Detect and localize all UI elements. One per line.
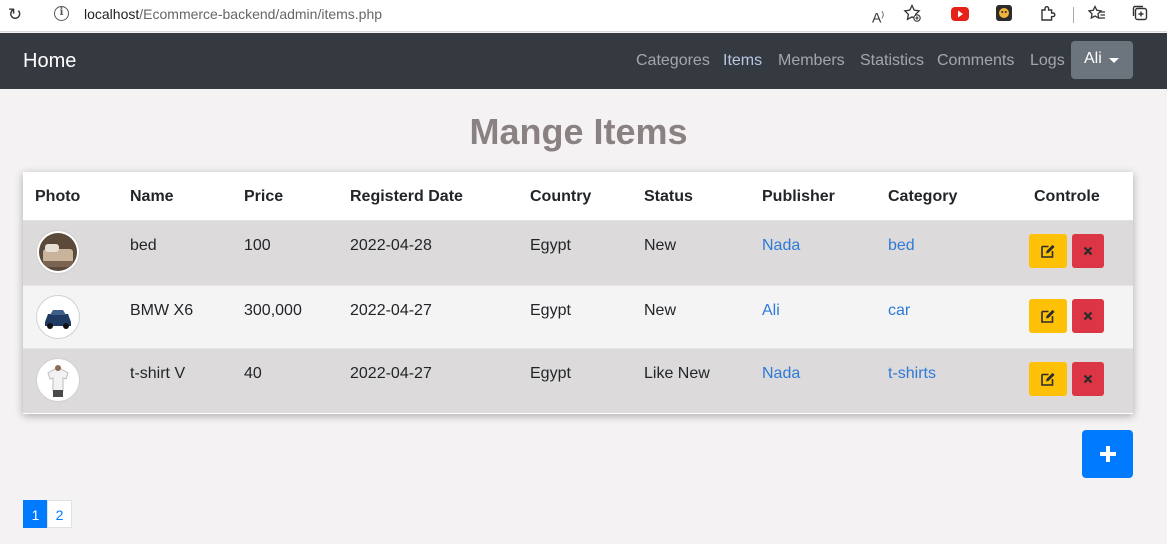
cell-name: t-shirt V <box>130 365 186 382</box>
edit-icon <box>1041 309 1055 323</box>
header-date: Registerd Date <box>350 188 463 205</box>
close-icon <box>1083 311 1093 321</box>
edit-icon <box>1041 244 1055 258</box>
cell-publisher-link[interactable]: Ali <box>762 302 780 320</box>
favorites-icon[interactable] <box>1087 4 1107 26</box>
delete-button[interactable] <box>1072 234 1104 268</box>
cell-date: 2022-04-28 <box>350 237 432 254</box>
delete-button[interactable] <box>1072 299 1104 333</box>
item-photo <box>37 231 79 273</box>
header-status: Status <box>644 188 693 205</box>
header-price: Price <box>244 188 284 205</box>
cell-status: New <box>644 237 677 254</box>
cell-publisher-link[interactable]: Nada <box>762 365 800 383</box>
header-controls: Controle <box>1034 188 1100 205</box>
table-row: bed 100 2022-04-28 Egypt New Nada bed <box>23 221 1133 285</box>
plus-icon <box>1099 446 1116 462</box>
cell-status: Like New <box>644 365 710 382</box>
brand-home-link[interactable]: Home <box>23 50 76 73</box>
extension-avatar-icon[interactable] <box>994 4 1014 26</box>
close-icon <box>1083 246 1093 256</box>
user-name: Ali <box>1084 50 1102 67</box>
edit-button[interactable] <box>1029 299 1067 333</box>
table-row: BMW X6 300,000 2022-04-27 Egypt New Ali … <box>23 285 1133 349</box>
browser-toolbar: ↻ i localhost/Ecommerce-backend/admin/it… <box>0 0 1167 32</box>
cell-category-link[interactable]: car <box>888 302 910 320</box>
cell-country: Egypt <box>530 237 571 254</box>
main-navbar: Home Categores Items Members Statistics … <box>0 33 1167 89</box>
extensions-puzzle-icon[interactable] <box>1038 4 1058 26</box>
caret-down-icon <box>1109 58 1119 63</box>
page-link-2[interactable]: 2 <box>47 500 72 528</box>
extension-youtube-icon[interactable] <box>950 4 970 26</box>
nav-link-members[interactable]: Members <box>778 52 845 70</box>
address-bar[interactable]: i localhost/Ecommerce-backend/admin/item… <box>38 0 932 28</box>
add-item-button[interactable] <box>1082 430 1133 478</box>
table-row: t-shirt V 40 2022-04-27 Egypt Like New N… <box>23 349 1133 413</box>
favorite-star-icon[interactable] <box>902 3 922 26</box>
header-photo: Photo <box>35 188 81 205</box>
cell-date: 2022-04-27 <box>350 302 432 319</box>
page-link-1[interactable]: 1 <box>23 500 48 528</box>
nav-link-comments[interactable]: Comments <box>937 52 1014 70</box>
edit-button[interactable] <box>1029 362 1067 396</box>
url-text: localhost/Ecommerce-backend/admin/items.… <box>84 6 383 22</box>
cell-country: Egypt <box>530 302 571 319</box>
cell-price: 300,000 <box>244 302 302 319</box>
cell-price: 40 <box>244 365 262 382</box>
header-category: Category <box>888 188 958 205</box>
edit-icon <box>1041 372 1055 386</box>
nav-link-categories[interactable]: Categores <box>636 52 710 70</box>
cell-category-link[interactable]: bed <box>888 237 915 255</box>
cell-status: New <box>644 302 677 319</box>
delete-button[interactable] <box>1072 362 1104 396</box>
item-photo <box>37 296 79 338</box>
cell-date: 2022-04-27 <box>350 365 432 382</box>
table-header: Photo Name Price Registerd Date Country … <box>23 172 1133 221</box>
nav-link-items[interactable]: Items <box>723 52 762 70</box>
cell-publisher-link[interactable]: Nada <box>762 237 800 255</box>
close-icon <box>1083 374 1093 384</box>
nav-link-logs[interactable]: Logs <box>1030 52 1065 70</box>
header-name: Name <box>130 188 174 205</box>
cell-category-link[interactable]: t-shirts <box>888 365 936 383</box>
collections-icon[interactable] <box>1130 4 1150 26</box>
cell-name: bed <box>130 237 157 254</box>
cell-price: 100 <box>244 237 271 254</box>
cell-name: BMW X6 <box>130 302 194 319</box>
header-publisher: Publisher <box>762 188 835 205</box>
reload-icon[interactable]: ↻ <box>4 4 26 26</box>
toolbar-divider <box>1073 7 1074 23</box>
read-aloud-icon[interactable]: A) <box>868 4 888 26</box>
nav-link-statistics[interactable]: Statistics <box>860 52 924 70</box>
page-title: Mange Items <box>469 111 688 152</box>
site-info-icon[interactable]: i <box>54 6 69 21</box>
cell-country: Egypt <box>530 365 571 382</box>
edit-button[interactable] <box>1029 234 1067 268</box>
items-table: Photo Name Price Registerd Date Country … <box>23 172 1133 414</box>
header-country: Country <box>530 188 592 205</box>
item-photo <box>37 359 79 401</box>
user-dropdown-button[interactable]: Ali <box>1071 41 1133 79</box>
